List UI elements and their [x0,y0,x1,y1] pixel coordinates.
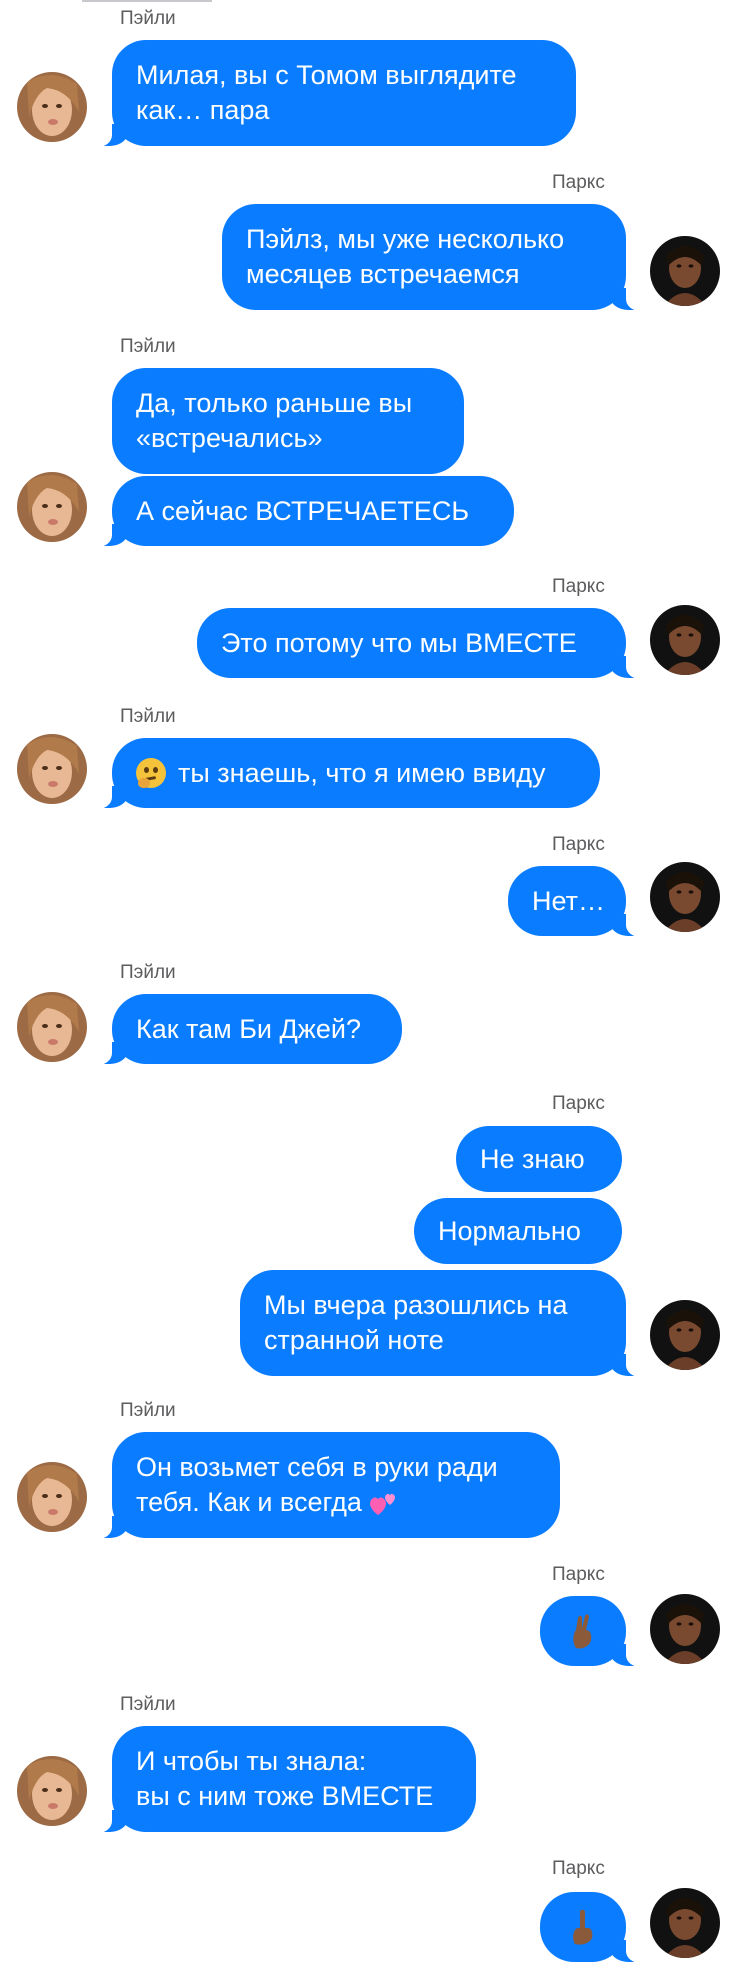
avatar-parks[interactable] [650,1300,720,1370]
message-bubble[interactable]: Мы вчера разошлись на странной ноте [240,1270,650,1377]
avatar-paley[interactable] [17,734,87,804]
message-bubble[interactable]: И чтобы ты знала: вы с ним тоже ВМЕСТЕ [88,1726,476,1833]
message-bubble[interactable] [540,1892,650,1963]
message-bubble[interactable]: Не знаю [456,1126,622,1192]
sender-name-paley: Пэйли [120,962,176,983]
message-line: странной ноте [264,1325,444,1355]
message-bubble[interactable] [540,1596,650,1667]
message-line: Нет… [532,885,605,916]
sender-name-paley: Пэйли [120,8,176,29]
avatar-paley[interactable] [17,1756,87,1826]
crossed-fingers-icon [573,1614,592,1649]
message-line: Как там Би Джей? [136,1013,361,1044]
sender-name-paley: Пэйли [120,1400,176,1421]
avatar-paley[interactable] [17,1462,87,1532]
avatar-parks[interactable] [650,1888,720,1958]
message-bubble[interactable]: Милая, вы с Томом выглядите как… пара [88,40,576,147]
message-bubble[interactable]: ты знаешь, что я имею ввиду [88,738,600,809]
avatar-parks[interactable] [650,862,720,932]
message-bubble[interactable]: Он возьмет себя в руки ради тебя. Как и … [88,1432,560,1539]
avatar-paley[interactable] [17,992,87,1062]
message-line: месяцев встречаемся [246,259,520,289]
sender-name-paley: Пэйли [120,706,176,727]
middle-finger-icon [573,1909,593,1945]
message-line: Не знаю [480,1143,585,1174]
sender-name-parks: Паркс [552,576,605,597]
message-line: А сейчас ВСТРЕЧАЕТЕСЬ [136,495,470,526]
avatar-parks[interactable] [650,605,720,675]
sender-name-paley: Пэйли [120,1694,176,1715]
message-bubble[interactable]: Нормально [414,1198,622,1264]
message-line: Милая, вы с Томом выглядите [136,60,517,90]
message-bubble[interactable]: А сейчас ВСТРЕЧАЕТЕСЬ [88,476,514,547]
sender-name-parks: Паркс [552,834,605,855]
avatar-parks[interactable] [650,236,720,306]
message-line: тебя. Как и всегда [136,1487,362,1517]
message-line: И чтобы ты знала: [136,1746,367,1776]
message-bubble[interactable]: Нет… [508,866,650,937]
sender-name-paley: Пэйли [120,336,176,357]
message-line: Мы вчера разошлись на [264,1290,568,1320]
message-bubble[interactable]: Да, только раньше вы «встречались» [112,368,464,474]
sender-name-parks: Паркс [552,172,605,193]
two-hearts-icon [368,1489,400,1519]
message-line: ты знаешь, что я имею ввиду [178,757,546,788]
message-bubble[interactable]: Это потому что мы ВМЕСТЕ [197,608,650,679]
avatar-paley[interactable] [17,472,87,542]
message-line: вы с ним тоже ВМЕСТЕ [136,1781,434,1811]
message-line: Он возьмет себя в руки ради [136,1452,498,1482]
divider-line [82,0,212,2]
message-bubble[interactable]: Как там Би Джей? [88,994,402,1065]
message-line: Пэйлз, мы уже несколько [246,224,565,254]
avatar-parks[interactable] [650,1594,720,1664]
sender-name-parks: Паркс [552,1564,605,1585]
sender-name-parks: Паркс [552,1858,605,1879]
message-line: «встречались» [136,423,323,453]
sender-name-parks: Паркс [552,1093,605,1114]
message-line: как… пара [136,95,270,125]
message-line: Да, только раньше вы [136,388,413,418]
message-bubble[interactable]: Пэйлз, мы уже несколько месяцев встречае… [222,204,650,311]
thinking-face-icon [136,758,166,788]
avatar-paley[interactable] [17,72,87,142]
message-line: Нормально [438,1215,581,1246]
message-line: Это потому что мы ВМЕСТЕ [221,627,577,658]
